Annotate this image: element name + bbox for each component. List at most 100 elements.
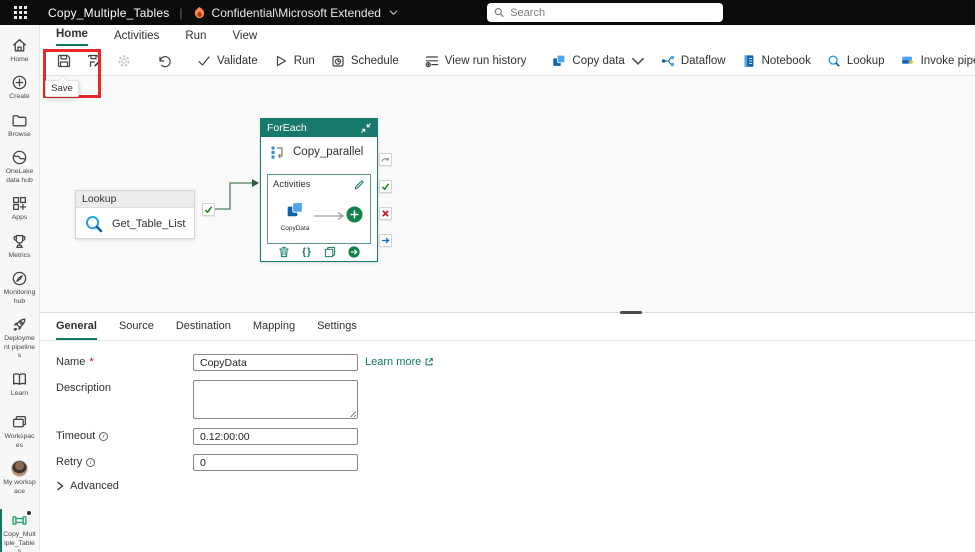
invoke-pipeline-button[interactable]: Invoke pipeline bbox=[894, 50, 975, 72]
required-marker: * bbox=[89, 356, 94, 368]
foreach-skip-port[interactable] bbox=[379, 153, 392, 166]
top-bar: Copy_Multiple_Tables | Confidential\Micr… bbox=[0, 0, 975, 25]
app-launcher-icon[interactable] bbox=[0, 0, 40, 25]
tab-general[interactable]: General bbox=[56, 320, 97, 340]
tab-mapping[interactable]: Mapping bbox=[253, 320, 295, 340]
sidebar-item-learn[interactable]: Learn bbox=[0, 368, 39, 401]
sensitivity-label-icon bbox=[194, 6, 204, 19]
tab-destination[interactable]: Destination bbox=[176, 320, 231, 340]
inner-activity-copydata[interactable]: CopyData bbox=[280, 201, 310, 232]
success-check-icon bbox=[204, 206, 213, 214]
gear-icon bbox=[118, 54, 130, 67]
save-as-button[interactable] bbox=[80, 50, 108, 72]
completion-arrow-icon bbox=[381, 237, 390, 244]
tab-run[interactable]: Run bbox=[185, 30, 206, 46]
sidebar-item-copy-multiple-tables[interactable]: Copy_Multiple_Tables bbox=[0, 509, 39, 552]
sidebar-item-home[interactable]: Home bbox=[0, 34, 39, 67]
save-button[interactable] bbox=[50, 50, 78, 72]
onelake-icon bbox=[12, 151, 27, 165]
undo-button[interactable] bbox=[150, 50, 178, 72]
sidebar-item-monitoring-hub[interactable]: Monitoring hub bbox=[0, 267, 39, 309]
sidebar-item-my-workspace[interactable]: My workspace bbox=[0, 457, 39, 499]
foreach-failure-port[interactable] bbox=[379, 207, 392, 220]
go-to-icon[interactable] bbox=[348, 246, 360, 258]
name-label: Name * bbox=[56, 356, 94, 368]
sidebar-item-create[interactable]: Create bbox=[0, 71, 39, 104]
clone-icon[interactable] bbox=[324, 246, 336, 258]
failure-x-icon bbox=[382, 210, 389, 217]
chevron-down-icon bbox=[631, 57, 645, 65]
main-area: Home Activities Run View Validate Run Sc… bbox=[40, 25, 975, 552]
copy-data-icon bbox=[553, 54, 566, 66]
lookup-activity-name: Get_Table_List bbox=[112, 218, 186, 230]
sidebar-item-workspaces[interactable]: Workspaces bbox=[0, 411, 39, 453]
schedule-button[interactable]: Schedule bbox=[324, 50, 406, 72]
tab-settings[interactable]: Settings bbox=[317, 320, 357, 340]
global-search[interactable] bbox=[487, 3, 723, 22]
trophy-icon bbox=[13, 234, 26, 248]
lookup-success-port[interactable] bbox=[202, 203, 215, 216]
notebook-button[interactable]: Notebook bbox=[735, 50, 818, 72]
code-braces-icon[interactable]: {} bbox=[302, 247, 312, 258]
monitoring-icon bbox=[12, 272, 27, 286]
timeout-label: Timeout i bbox=[56, 428, 193, 442]
learn-more-link[interactable]: Learn more bbox=[365, 354, 434, 368]
sidebar-item-onelake-data-hub[interactable]: OneLake data hub bbox=[0, 146, 39, 188]
lookup-activity-icon bbox=[86, 216, 103, 233]
resize-grip-icon[interactable] bbox=[348, 409, 356, 417]
sensitivity-chevron-down-icon[interactable] bbox=[389, 9, 398, 16]
workspaces-icon bbox=[13, 416, 26, 428]
run-button[interactable]: Run bbox=[267, 50, 322, 72]
sidebar-item-metrics[interactable]: Metrics bbox=[0, 230, 39, 263]
view-run-history-button[interactable]: View run history bbox=[418, 50, 534, 72]
sensitivity-label[interactable]: Confidential\Microsoft Extended bbox=[212, 6, 381, 20]
collapse-icon[interactable] bbox=[361, 123, 371, 133]
foreach-activity-name: Copy_parallel bbox=[293, 146, 364, 158]
tab-source[interactable]: Source bbox=[119, 320, 154, 340]
sidebar-item-browse[interactable]: Browse bbox=[0, 109, 39, 142]
rocket-icon bbox=[13, 318, 26, 331]
tab-home[interactable]: Home bbox=[56, 28, 88, 46]
search-icon bbox=[494, 8, 504, 18]
edit-pencil-icon[interactable] bbox=[354, 179, 365, 190]
foreach-activities-container[interactable]: Activities CopyData bbox=[267, 174, 371, 244]
menu-bar: Home Activities Run View bbox=[40, 25, 975, 46]
schedule-icon bbox=[332, 55, 344, 67]
foreach-completion-port[interactable] bbox=[379, 234, 392, 247]
activity-node-foreach[interactable]: ForEach Copy_parallel Activities CopyDat… bbox=[260, 118, 378, 262]
sidebar-item-deployment-pipelines[interactable]: Deployment pipelines bbox=[0, 313, 39, 363]
add-activity-button[interactable] bbox=[346, 206, 363, 228]
description-field[interactable] bbox=[193, 380, 358, 419]
success-check-icon bbox=[381, 183, 390, 191]
properties-panel: General Source Destination Mapping Setti… bbox=[40, 313, 975, 552]
name-field[interactable] bbox=[193, 354, 358, 371]
copy-data-button[interactable]: Copy data bbox=[545, 50, 651, 72]
pipeline-icon bbox=[12, 516, 27, 526]
pipeline-canvas[interactable]: Lookup Get_Table_List ForEach Copy_paral… bbox=[40, 76, 975, 314]
sidebar-item-apps[interactable]: Apps bbox=[0, 192, 39, 225]
search-input[interactable] bbox=[510, 6, 716, 19]
panel-resize-handle[interactable] bbox=[620, 311, 642, 314]
run-history-icon bbox=[425, 55, 438, 67]
delete-icon[interactable] bbox=[278, 246, 290, 258]
description-label: Description bbox=[56, 382, 112, 394]
tab-view[interactable]: View bbox=[232, 30, 257, 46]
left-navigation: Home Create Browse OneLake data hub Apps… bbox=[0, 25, 40, 552]
folder-icon bbox=[12, 115, 27, 127]
lookup-icon bbox=[828, 54, 840, 67]
pipeline-title: Copy_Multiple_Tables bbox=[48, 5, 170, 20]
lookup-button[interactable]: Lookup bbox=[820, 50, 892, 72]
timeout-field[interactable] bbox=[193, 428, 358, 445]
advanced-expander[interactable]: Advanced bbox=[56, 480, 975, 492]
create-icon bbox=[12, 76, 27, 90]
retry-field[interactable] bbox=[193, 454, 358, 471]
tab-activities[interactable]: Activities bbox=[114, 30, 159, 46]
activity-node-lookup[interactable]: Lookup Get_Table_List bbox=[75, 190, 195, 239]
invoke-pipeline-icon bbox=[901, 56, 914, 64]
foreach-success-port[interactable] bbox=[379, 180, 392, 193]
properties-tabs: General Source Destination Mapping Setti… bbox=[40, 313, 975, 341]
dataflow-button[interactable]: Dataflow bbox=[654, 50, 733, 72]
validate-button[interactable]: Validate bbox=[190, 50, 265, 72]
undo-icon bbox=[159, 55, 171, 67]
avatar bbox=[11, 460, 28, 478]
